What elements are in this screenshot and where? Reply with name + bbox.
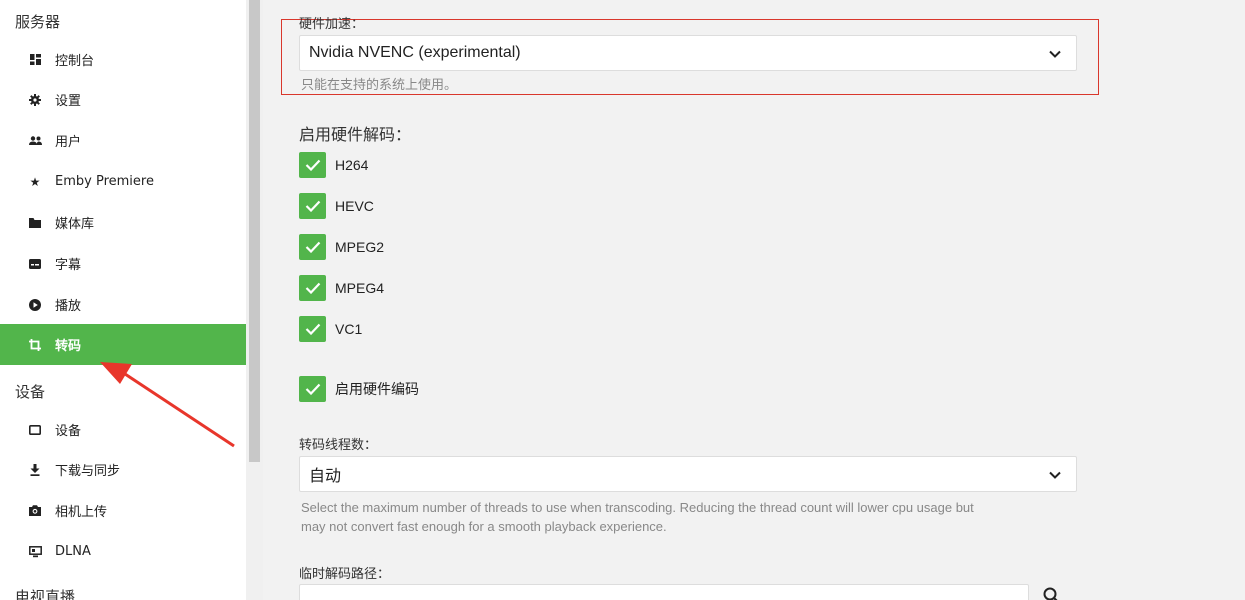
sidebar-item-playback[interactable]: 播放 [0,284,246,325]
checkbox-row-mpeg4[interactable]: MPEG4 [299,275,384,301]
hw-accel-label: 硬件加速： [299,17,365,32]
hw-decode-title: 启用硬件解码： [299,125,412,144]
hw-accel-select[interactable]: Nvidia NVENC (experimental) [299,35,1077,71]
sidebar-item-label: DLNA [55,544,91,559]
sidebar-item-label: 设备 [55,424,82,439]
checkmark-icon [305,200,320,212]
checkbox-label: VC1 [335,321,363,337]
checkmark-icon [305,241,320,253]
checkbox-label: MPEG4 [335,280,385,296]
sidebar-item-emby-premiere[interactable]: ★ Emby Premiere [0,161,246,202]
threads-help-line1: Select the maximum number of threads to … [301,500,974,515]
camera-icon [27,503,43,519]
section-title-devices: 设备 [15,383,46,401]
sidebar-item-camera-upload[interactable]: 相机上传 [0,490,246,531]
threads-label: 转码线程数： [299,438,378,453]
checkbox-checked[interactable] [299,152,326,178]
threads-select[interactable]: 自动 [299,456,1077,492]
sidebar-item-libraries[interactable]: 媒体库 [0,202,246,243]
download-icon [27,462,43,478]
sidebar-item-devices[interactable]: 设备 [0,409,246,450]
sidebar-item-subtitles[interactable]: 字幕 [0,243,246,284]
checkbox-row-hevc[interactable]: HEVC [299,193,374,219]
sidebar-item-label: 字幕 [55,258,82,273]
checkbox-label: HEVC [335,198,374,214]
subtitles-icon [27,256,43,272]
checkbox-checked[interactable] [299,275,326,301]
sidebar-item-dashboard[interactable]: 控制台 [0,39,246,80]
sidebar-item-label: 设置 [55,94,82,109]
scrollbar-thumb[interactable] [249,0,260,462]
checkmark-icon [305,282,320,294]
sidebar-item-label: 媒体库 [55,217,95,232]
tablet-icon [27,422,43,438]
hw-accel-value: Nvidia NVENC (experimental) [309,44,521,61]
sidebar-item-settings[interactable]: 设置 [0,79,246,120]
sidebar-item-label: 用户 [55,135,82,150]
checkbox-checked[interactable] [299,376,326,402]
temp-path-input[interactable] [299,584,1029,600]
checkbox-checked[interactable] [299,193,326,219]
sidebar-item-label: 播放 [55,299,82,314]
star-icon: ★ [29,174,41,189]
sidebar-item-users[interactable]: 用户 [0,120,246,161]
sidebar: 服务器 控制台 设置 用户 ★ Emby Premiere 媒体库 字幕 播放 … [0,0,246,600]
section-title-livetv: 电视直播 [15,588,76,600]
play-circle-icon [27,297,43,313]
temp-path-label: 临时解码路径： [299,567,391,582]
checkbox-row-h264[interactable]: H264 [299,152,368,178]
checkmark-icon [305,159,320,171]
checkbox-row-mpeg2[interactable]: MPEG2 [299,234,384,260]
checkbox-checked[interactable] [299,234,326,260]
sidebar-item-label: 转码 [55,339,82,354]
checkmark-icon [305,323,320,335]
checkmark-icon [305,383,320,395]
dlna-icon [27,544,43,560]
threads-value: 自动 [309,468,342,485]
search-icon[interactable] [1041,585,1063,600]
section-title-server: 服务器 [15,13,61,31]
checkbox-row-vc1[interactable]: VC1 [299,316,362,342]
chevron-down-icon [1049,471,1061,479]
checkbox-row-hw-encode[interactable]: 启用硬件编码 [299,376,419,402]
checkbox-checked[interactable] [299,316,326,342]
hw-accel-help: 只能在支持的系统上使用。 [301,77,458,92]
sidebar-item-downloads-sync[interactable]: 下载与同步 [0,449,246,490]
sidebar-scrollbar[interactable] [246,0,263,600]
transcoding-settings: 硬件加速： Nvidia NVENC (experimental) 只能在支持的… [263,0,1245,600]
folder-icon [27,215,43,231]
checkbox-label: 启用硬件编码 [335,381,419,397]
sidebar-item-transcoding[interactable]: 转码 [0,324,246,365]
threads-help-line2: may not convert fast enough for a smooth… [301,519,667,534]
gear-icon [27,92,43,108]
checkbox-label: H264 [335,157,369,173]
sidebar-item-label: 相机上传 [55,505,108,520]
transcode-icon [27,337,43,353]
sidebar-item-dlna[interactable]: DLNA [0,531,246,572]
sidebar-item-label: Emby Premiere [55,174,154,189]
checkbox-label: MPEG2 [335,239,385,255]
dashboard-icon [27,52,43,68]
sidebar-item-label: 下载与同步 [55,464,121,479]
chevron-down-icon [1049,50,1061,58]
sidebar-item-label: 控制台 [55,54,95,69]
people-icon [27,133,43,149]
